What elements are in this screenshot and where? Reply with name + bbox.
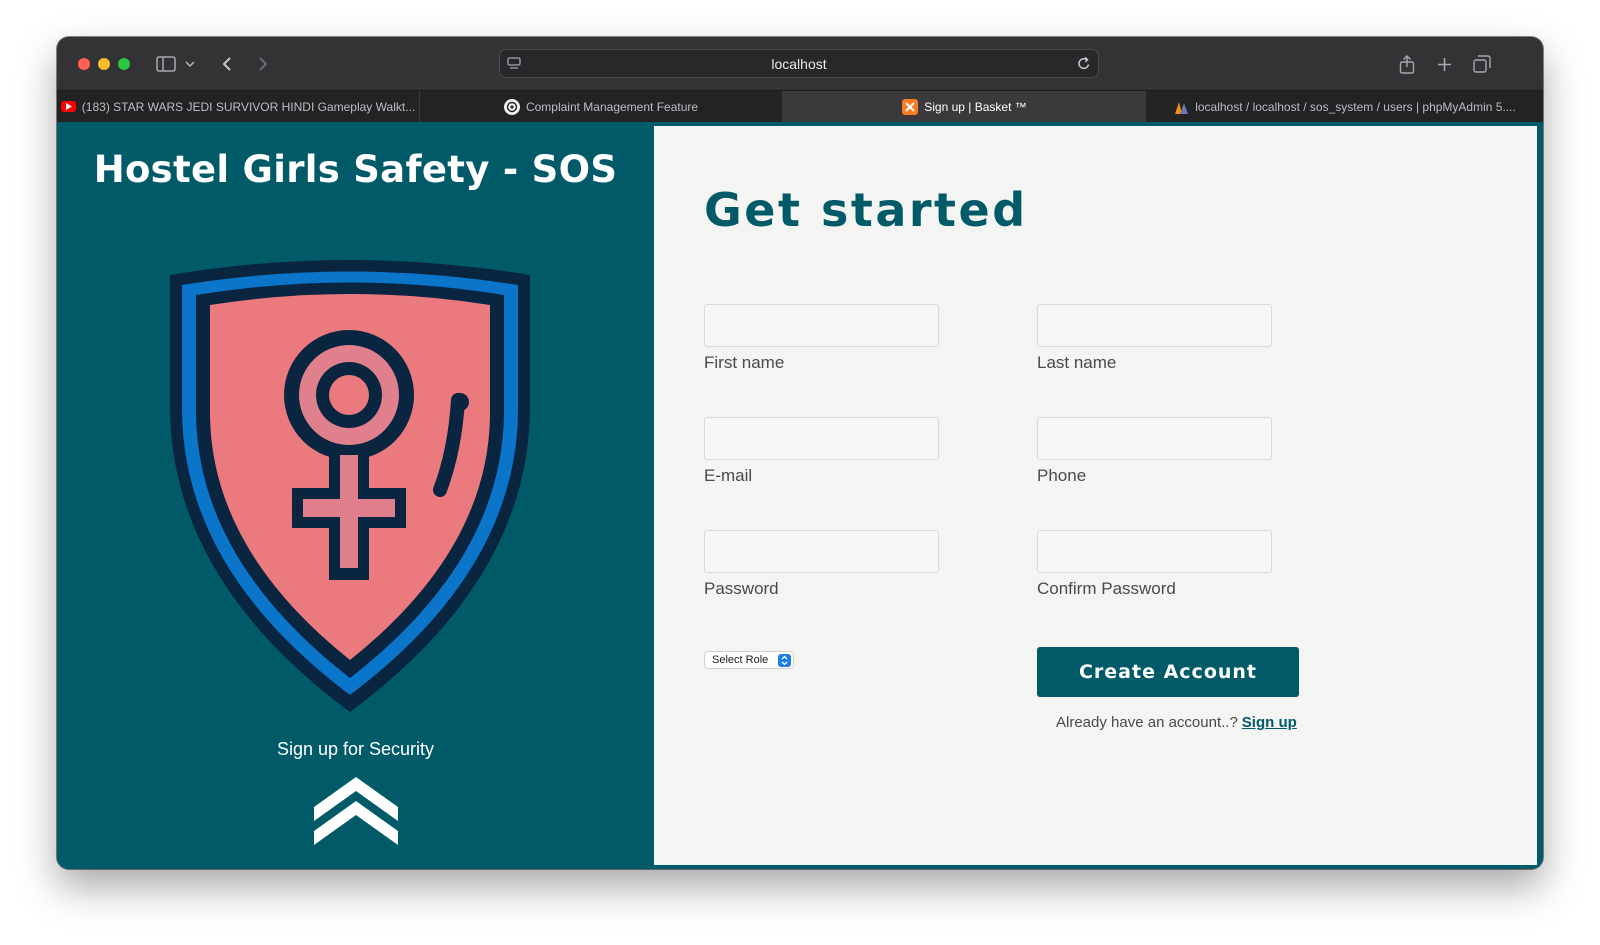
tab-complaint[interactable]: Complaint Management Feature <box>420 91 783 122</box>
login-prompt-text: Already have an account..? <box>1056 714 1238 731</box>
first-name-input[interactable] <box>704 304 939 347</box>
address-bar[interactable]: localhost <box>499 49 1099 78</box>
signup-form-panel: Get started First name Last name E-mail … <box>654 122 1537 865</box>
phpmyadmin-icon <box>1173 99 1189 115</box>
tab-overview-icon[interactable] <box>1471 51 1493 77</box>
tab-signup[interactable]: Sign up | Basket ™ <box>783 91 1146 122</box>
tab-label: Sign up | Basket ™ <box>924 99 1027 114</box>
brand-panel: Hostel Girls Safety - SOS Sign up for Se… <box>57 122 654 869</box>
tab-youtube[interactable]: (183) STAR WARS JEDI SURVIVOR HINDI Game… <box>57 91 420 122</box>
last-name-input[interactable] <box>1037 304 1272 347</box>
page-content: Hostel Girls Safety - SOS Sign up for Se… <box>57 122 1543 869</box>
sign-up-link[interactable]: Sign up <box>1242 714 1297 731</box>
sidebar-toggle-icon[interactable] <box>154 51 178 77</box>
new-tab-icon[interactable] <box>1434 51 1454 77</box>
openai-icon <box>503 98 520 115</box>
last-name-label: Last name <box>1037 353 1117 372</box>
xampp-icon <box>902 98 919 115</box>
tab-phpmyadmin[interactable]: localhost / localhost / sos_system / use… <box>1146 91 1543 122</box>
tab-label: Complaint Management Feature <box>525 99 699 114</box>
tab-bar: (183) STAR WARS JEDI SURVIVOR HINDI Game… <box>57 90 1543 122</box>
role-select[interactable]: Select Role <box>704 651 794 669</box>
role-select-value: Select Role <box>712 654 769 666</box>
confirm-password-label: Confirm Password <box>1037 579 1176 598</box>
share-icon[interactable] <box>1396 51 1418 77</box>
reload-icon[interactable] <box>1077 56 1091 76</box>
email-input[interactable] <box>704 417 939 460</box>
create-account-button[interactable]: Create Account <box>1037 647 1299 697</box>
confirm-password-input[interactable] <box>1037 530 1272 573</box>
back-arrow-icon[interactable] <box>217 51 237 77</box>
password-input[interactable] <box>704 530 939 573</box>
phone-label: Phone <box>1037 466 1087 485</box>
login-prompt: Already have an account..? Sign up <box>1056 714 1297 731</box>
first-name-label: First name <box>704 353 785 372</box>
app-title: Hostel Girls Safety - SOS <box>93 148 618 191</box>
close-window-button[interactable] <box>78 58 90 70</box>
password-label: Password <box>704 579 779 598</box>
zoom-window-button[interactable] <box>118 58 130 70</box>
minimize-window-button[interactable] <box>98 58 110 70</box>
form-heading: Get started <box>704 183 1028 237</box>
youtube-icon <box>60 101 76 112</box>
chevron-up-double-icon[interactable] <box>314 777 398 845</box>
shield-female-icon <box>170 260 530 712</box>
address-text[interactable]: localhost <box>500 56 1098 72</box>
email-label: E-mail <box>704 466 753 485</box>
forward-arrow-icon[interactable] <box>253 51 273 77</box>
tab-label: (183) STAR WARS JEDI SURVIVOR HINDI Game… <box>81 99 416 114</box>
select-arrows-icon <box>778 654 791 667</box>
tagline: Sign up for Security <box>276 739 435 759</box>
chevron-down-icon[interactable] <box>184 51 196 77</box>
tab-label: localhost / localhost / sos_system / use… <box>1195 99 1516 114</box>
browser-toolbar: localhost <box>57 37 1543 90</box>
phone-input[interactable] <box>1037 417 1272 460</box>
browser-window: localhost (183) STAR WARS JEDI SURVIVOR … <box>57 37 1543 869</box>
